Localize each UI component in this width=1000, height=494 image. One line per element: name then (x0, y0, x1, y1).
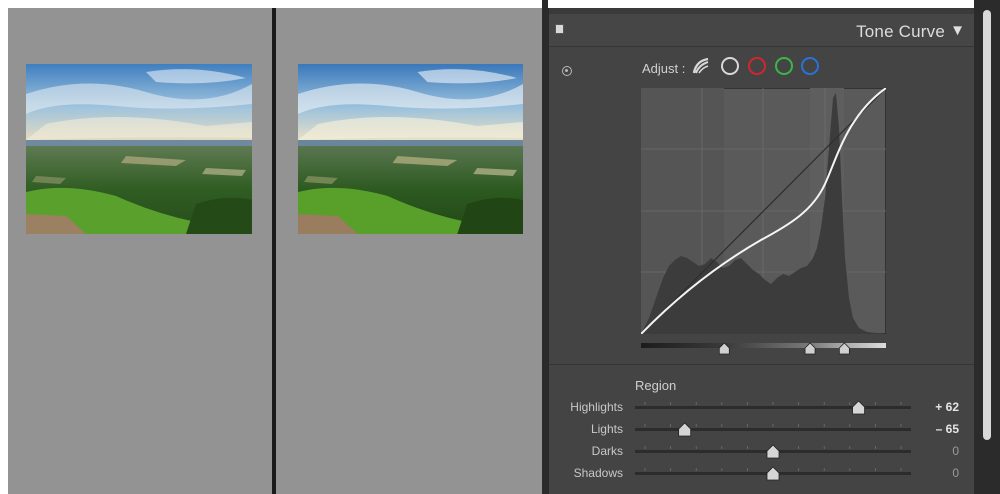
tone-curve-panel: Tone Curve ▼ Adjust : Region Highlights … (548, 8, 975, 494)
after-photo[interactable] (298, 64, 523, 234)
lights-slider[interactable] (635, 419, 911, 441)
panel-header[interactable]: Tone Curve ▼ (549, 14, 975, 47)
target-adjust-icon[interactable] (562, 66, 572, 76)
slider-thumb[interactable] (766, 466, 780, 481)
slider-row-shadows: Shadows 0 (549, 463, 975, 485)
shadows-slider[interactable] (635, 463, 911, 485)
slider-value[interactable]: + 62 (919, 400, 959, 414)
region-label: Region (635, 378, 677, 393)
triangle-down-icon[interactable]: ▼ (950, 22, 965, 39)
red-channel-button[interactable] (748, 57, 766, 75)
panel-title: Tone Curve (856, 22, 945, 41)
after-pane (276, 8, 542, 494)
slider-row-highlights: Highlights + 62 (549, 397, 975, 419)
landscape-photo-before (26, 64, 252, 234)
before-photo[interactable] (26, 64, 252, 234)
highlights-slider[interactable] (635, 397, 911, 419)
darks-slider[interactable] (635, 441, 911, 463)
compare-view (8, 8, 542, 494)
adjust-label: Adjust : (642, 61, 686, 76)
landscape-photo-after (298, 64, 523, 234)
slider-value[interactable]: – 65 (919, 422, 959, 436)
slider-label: Lights (590, 422, 623, 436)
slider-label: Shadows (573, 466, 623, 480)
switch-icon[interactable] (555, 24, 564, 34)
blue-channel-button[interactable] (801, 57, 819, 75)
slider-thumb[interactable] (852, 400, 865, 415)
rgb-channel-button[interactable] (721, 57, 739, 75)
parametric-curve-icon[interactable] (692, 57, 710, 75)
slider-label: Highlights (570, 400, 623, 414)
slider-row-darks: Darks 0 (549, 441, 975, 463)
slider-label: Darks (591, 444, 623, 458)
green-channel-button[interactable] (775, 57, 793, 75)
slider-value[interactable]: 0 (919, 466, 959, 480)
slider-thumb[interactable] (766, 444, 780, 459)
slider-row-lights: Lights – 65 (549, 419, 975, 441)
panel-scrollbar[interactable] (974, 0, 1000, 494)
slider-thumb[interactable] (678, 422, 692, 437)
scrollbar-thumb[interactable] (983, 10, 991, 440)
region-split-bar[interactable] (641, 342, 886, 356)
tone-curve-graph[interactable] (641, 88, 886, 334)
section-separator (549, 364, 975, 365)
slider-value[interactable]: 0 (919, 444, 959, 458)
before-pane (8, 8, 272, 494)
